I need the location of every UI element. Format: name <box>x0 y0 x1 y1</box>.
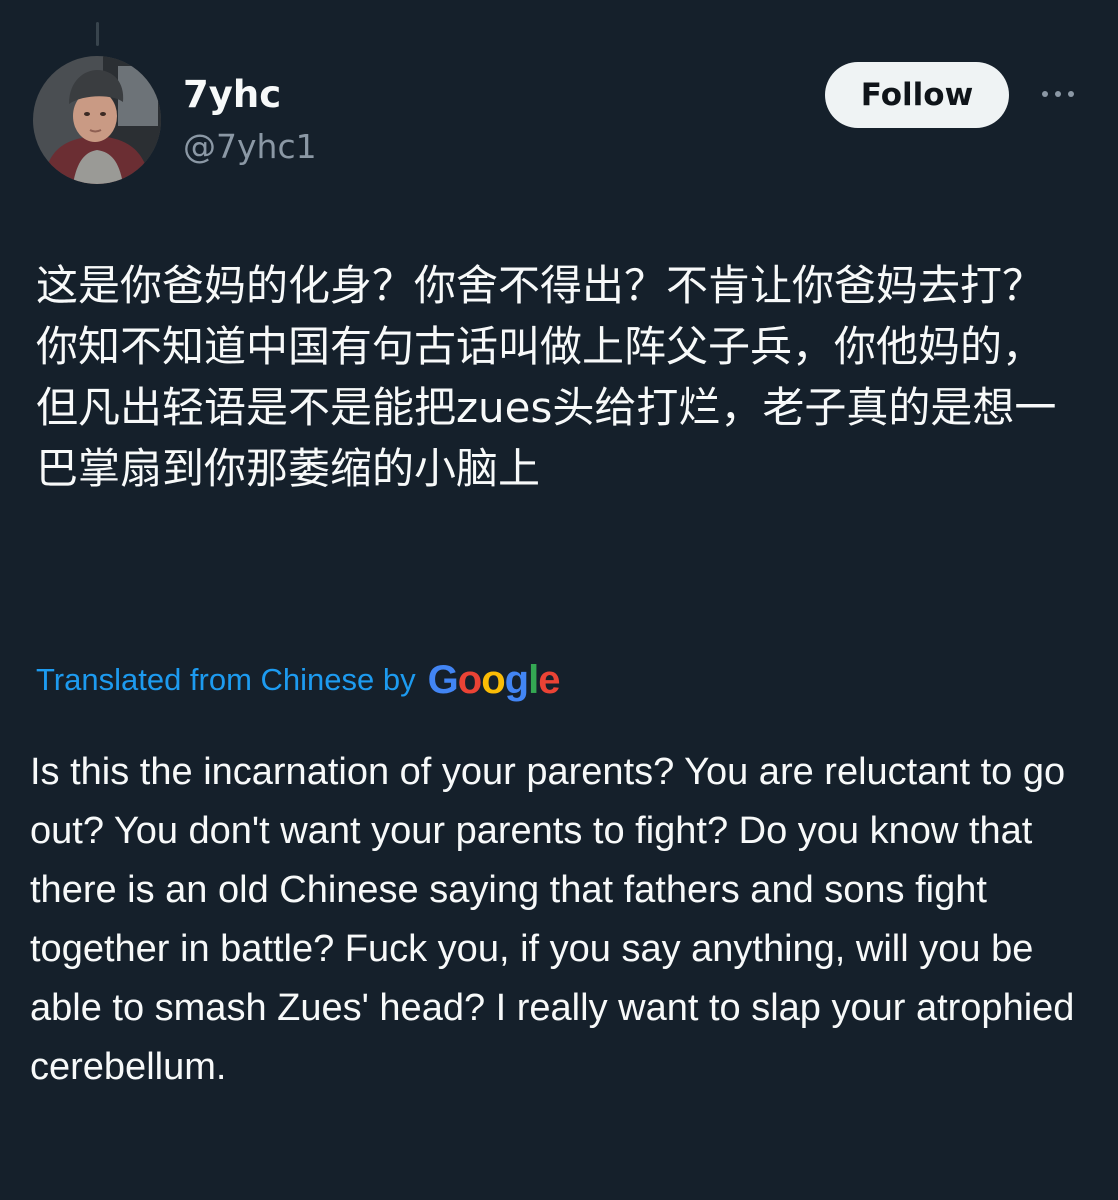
follow-button[interactable]: Follow <box>825 62 1009 128</box>
author-display-name[interactable]: 7yhc <box>183 70 281 120</box>
google-logo-letter: o <box>481 658 505 702</box>
post-translated-text: Is this the incarnation of your parents?… <box>30 751 1075 1088</box>
google-logo-letter: o <box>457 658 482 702</box>
thread-connector-line <box>96 22 99 46</box>
google-logo-letter: g <box>504 658 529 702</box>
translation-label: Translated from Chinese by <box>36 662 416 697</box>
more-options-icon[interactable] <box>1032 74 1084 114</box>
more-dot <box>1068 91 1074 97</box>
more-dot <box>1042 91 1048 97</box>
author-avatar[interactable] <box>33 56 161 184</box>
more-dot <box>1055 91 1061 97</box>
google-logo-letter: e <box>538 658 560 702</box>
google-logo-letter: G <box>427 658 459 702</box>
google-logo-letter: l <box>528 658 539 702</box>
translation-attribution[interactable]: Translated from Chinese by Google <box>36 650 561 710</box>
google-logo: Google <box>427 658 561 702</box>
author-handle[interactable]: @7yhc1 <box>183 124 317 170</box>
post-original-text: 这是你爸妈的化身？你舍不得出？不肯让你爸妈去打？你知不知道中国有句古话叫做上阵父… <box>36 261 1057 493</box>
profile-photo-icon <box>33 56 161 184</box>
